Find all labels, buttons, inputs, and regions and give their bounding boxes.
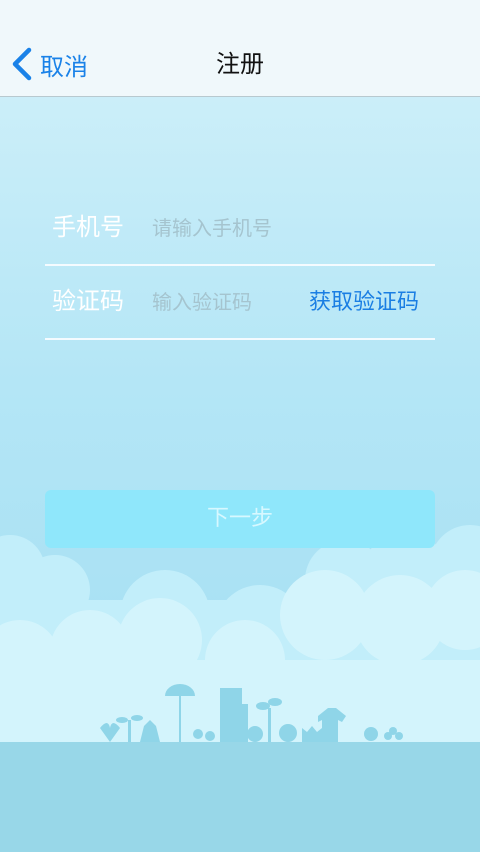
code-input[interactable] [150, 284, 304, 320]
next-step-button[interactable]: 下一步 [45, 490, 435, 548]
phone-label: 手机号 [52, 213, 124, 241]
page-title: 注册 [216, 50, 264, 78]
get-code-button[interactable]: 获取验证码 [309, 286, 419, 320]
phone-row: 手机号 [45, 190, 435, 266]
phone-input[interactable] [150, 210, 304, 246]
ground [0, 742, 480, 852]
navigation-bar: 取消 注册 [0, 0, 480, 97]
cloud-scene-illustration [0, 525, 480, 852]
code-label: 验证码 [52, 287, 124, 315]
code-row: 验证码 获取验证码 [45, 264, 435, 340]
